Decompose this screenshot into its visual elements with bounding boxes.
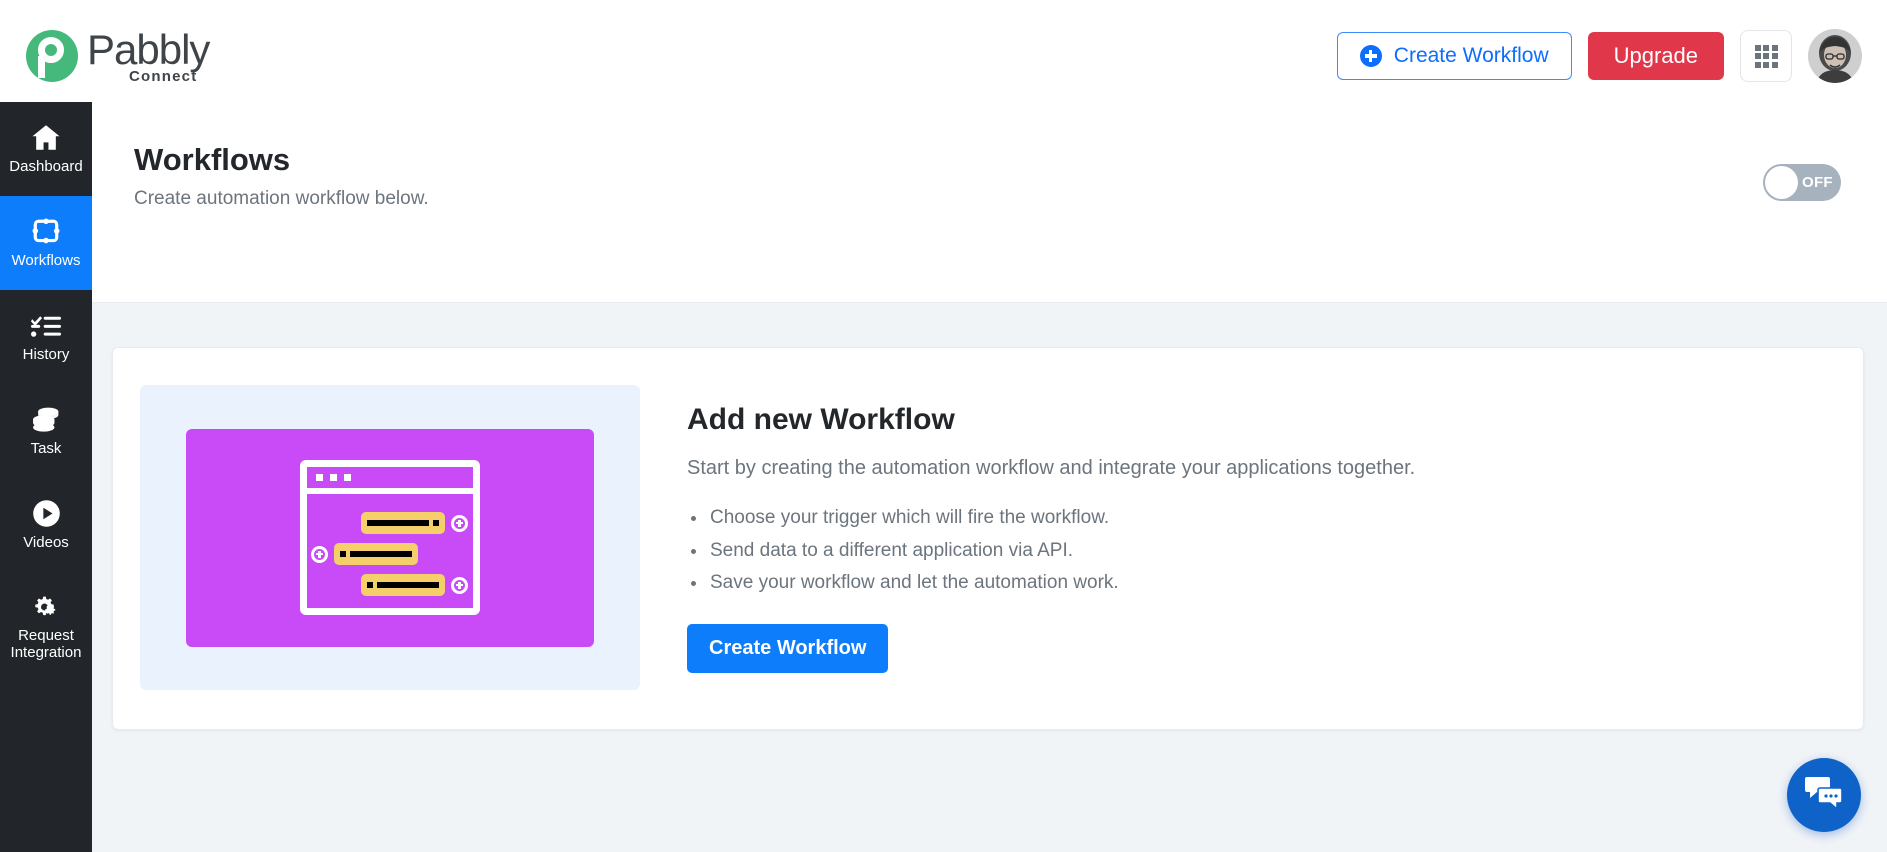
brand-logo[interactable]: Pabbly Connect: [26, 29, 209, 84]
sidebar-label-videos: Videos: [23, 535, 69, 552]
brand-name: Pabbly: [87, 29, 209, 71]
brand-product: Connect: [129, 69, 209, 84]
sidebar-label-dashboard: Dashboard: [9, 159, 82, 176]
main-content: Workflows Create automation workflow bel…: [92, 102, 1887, 852]
list-item: Choose your trigger which will fire the …: [687, 502, 1415, 535]
workflow-illustration: [140, 385, 640, 690]
home-icon: [31, 123, 61, 153]
sidebar-item-history[interactable]: History: [0, 290, 92, 384]
add-workflow-bullets: Choose your trigger which will fire the …: [687, 502, 1415, 600]
create-workflow-header-label: Create Workflow: [1394, 44, 1549, 68]
sidebar: Dashboard Workflows: [0, 102, 92, 852]
browser-titlebar-graphic: [307, 467, 473, 494]
database-stack-icon: [31, 405, 61, 435]
avatar[interactable]: [1808, 29, 1862, 83]
sidebar-item-request-integration[interactable]: Request Integration: [0, 572, 92, 682]
sidebar-label-workflows: Workflows: [12, 253, 81, 270]
pabbly-logo-icon: [26, 30, 78, 82]
illustration-pill: [361, 512, 445, 534]
page-header: Workflows Create automation workflow bel…: [92, 102, 1887, 303]
gears-icon: [31, 592, 62, 622]
upgrade-button[interactable]: Upgrade: [1588, 32, 1724, 80]
toggle-knob: [1765, 166, 1798, 199]
top-bar-actions: Create Workflow Upgrade: [1337, 29, 1862, 83]
illustration-pill: [334, 543, 418, 565]
add-workflow-heading: Add new Workflow: [687, 403, 1415, 437]
workflow-puzzle-icon: [31, 217, 61, 247]
browser-rows-graphic: [307, 503, 473, 605]
workflow-status-toggle[interactable]: OFF: [1763, 164, 1841, 201]
top-bar: Pabbly Connect Create Workflow Upgrade: [0, 0, 1887, 113]
illustration-row: [307, 543, 473, 565]
app-root: Pabbly Connect Create Workflow Upgrade: [0, 0, 1887, 852]
sidebar-item-workflows[interactable]: Workflows: [0, 196, 92, 290]
illustration-row: [307, 574, 473, 596]
sidebar-label-history: History: [23, 347, 70, 364]
chat-bubbles-icon: [1804, 775, 1844, 816]
page-title: Workflows: [134, 142, 290, 178]
chat-support-button[interactable]: [1787, 758, 1861, 832]
browser-window-graphic: [300, 460, 480, 615]
sidebar-item-videos[interactable]: Videos: [0, 478, 92, 572]
plus-circle-icon: [1360, 45, 1382, 67]
list-item: Save your workflow and let the automatio…: [687, 567, 1415, 600]
illustration-row: [307, 512, 473, 534]
grid-icon: [1755, 45, 1778, 68]
page-subtitle: Create automation workflow below.: [134, 188, 429, 210]
sidebar-item-task[interactable]: Task: [0, 384, 92, 478]
sidebar-label-task: Task: [31, 441, 62, 458]
illustration-pill: [361, 574, 445, 596]
add-workflow-card: Add new Workflow Start by creating the a…: [112, 347, 1864, 730]
add-workflow-description: Start by creating the automation workflo…: [687, 457, 1415, 480]
sidebar-item-dashboard[interactable]: Dashboard: [0, 102, 92, 196]
toggle-state-label: OFF: [1802, 174, 1833, 191]
create-workflow-button[interactable]: Create Workflow: [687, 624, 888, 673]
plus-circle-icon: [311, 546, 328, 563]
add-workflow-body: Add new Workflow Start by creating the a…: [640, 348, 1415, 729]
sidebar-label-request-integration: Request Integration: [0, 628, 92, 662]
create-workflow-button-header[interactable]: Create Workflow: [1337, 32, 1572, 80]
plus-circle-icon: [451, 577, 468, 594]
checklist-icon: [31, 311, 61, 341]
list-item: Send data to a different application via…: [687, 535, 1415, 568]
illustration-panel: [186, 429, 594, 647]
plus-circle-icon: [451, 515, 468, 532]
play-circle-icon: [32, 499, 61, 529]
apps-grid-button[interactable]: [1740, 30, 1792, 82]
